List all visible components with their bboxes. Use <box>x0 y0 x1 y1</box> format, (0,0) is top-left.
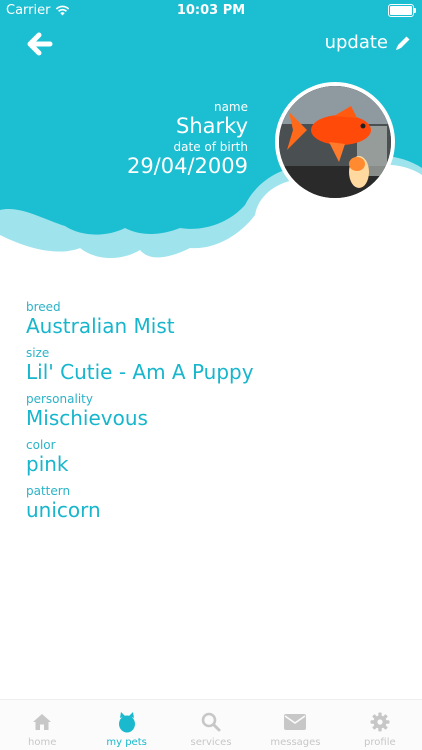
status-time: 10:03 PM <box>176 3 246 18</box>
detail-label: pattern <box>26 484 71 498</box>
pet-icon <box>116 711 138 733</box>
battery-icon <box>388 4 416 17</box>
tab-label: messages <box>270 737 321 748</box>
pencil-icon <box>396 36 410 50</box>
tab-messages[interactable]: messages <box>253 700 337 750</box>
pet-dob: 29/04/2009 <box>126 154 248 178</box>
detail-value: Mischievous <box>26 406 148 430</box>
detail-value: Lil' Cutie - Am A Puppy <box>26 360 254 384</box>
search-icon <box>200 711 222 733</box>
tab-bar: home my pets services messages profile <box>0 699 422 750</box>
back-button[interactable] <box>24 28 56 60</box>
detail-color: color pink <box>26 438 254 476</box>
tab-my-pets[interactable]: my pets <box>84 700 168 750</box>
detail-breed: breed Australian Mist <box>26 300 254 338</box>
envelope-icon <box>284 711 307 733</box>
back-arrow-icon <box>27 32 53 56</box>
detail-value: unicorn <box>26 498 101 522</box>
pet-summary: name Sharky date of birth 29/04/2009 <box>127 100 248 180</box>
detail-label: color <box>26 438 56 452</box>
detail-value: pink <box>26 452 69 476</box>
pet-details: breed Australian Mist size Lil' Cutie - … <box>26 300 254 530</box>
update-button[interactable]: update <box>325 32 412 53</box>
detail-label: size <box>26 346 50 360</box>
goldfish-photo <box>279 86 391 198</box>
detail-size: size Lil' Cutie - Am A Puppy <box>26 346 254 384</box>
update-label: update <box>324 32 388 53</box>
tab-home[interactable]: home <box>0 700 84 750</box>
tab-label: services <box>190 737 232 748</box>
home-icon <box>31 711 53 733</box>
detail-personality: personality Mischievous <box>26 392 254 430</box>
status-bar: Carrier 10:03 PM <box>0 0 422 22</box>
tab-profile[interactable]: profile <box>338 700 422 750</box>
tab-label: home <box>28 737 57 748</box>
gear-icon <box>369 711 391 733</box>
pet-name: Sharky <box>176 114 248 138</box>
detail-pattern: pattern unicorn <box>26 484 254 522</box>
detail-label: breed <box>26 300 61 314</box>
tab-label: my pets <box>106 737 147 748</box>
name-label: name <box>213 100 248 114</box>
tab-services[interactable]: services <box>169 700 253 750</box>
tab-label: profile <box>364 737 396 748</box>
detail-label: personality <box>26 392 93 406</box>
dob-label: date of birth <box>173 140 248 154</box>
pet-avatar[interactable] <box>275 82 395 202</box>
detail-value: Australian Mist <box>26 314 175 338</box>
